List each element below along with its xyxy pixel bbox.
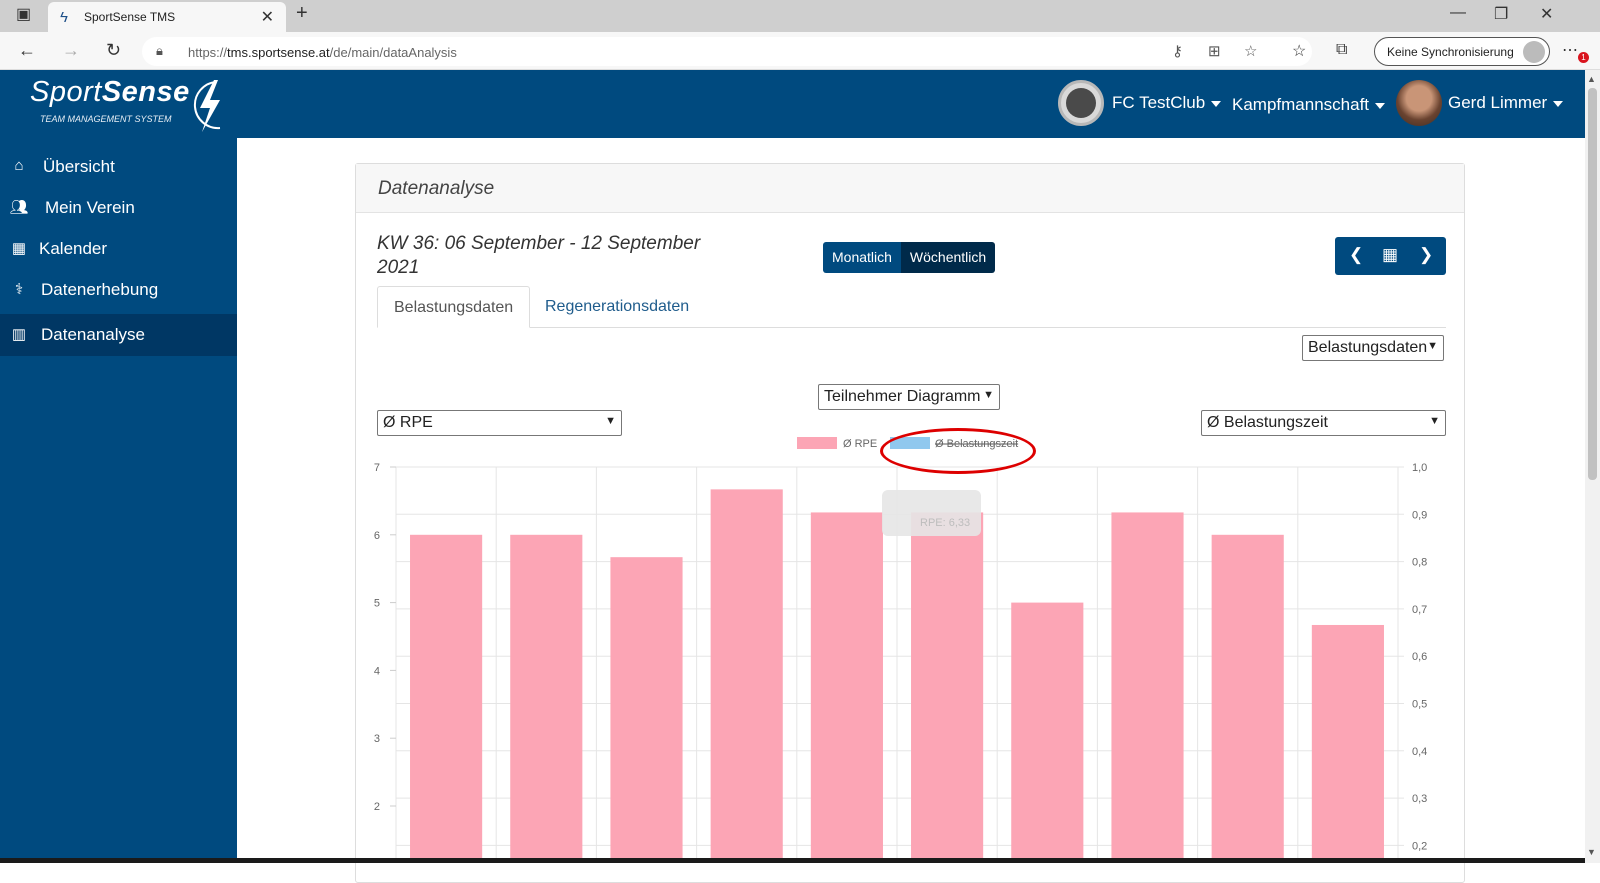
left-axis-tick-label: 6	[374, 530, 380, 542]
sidebar-item-mein-verein[interactable]: 👥︎ Mein Verein	[0, 187, 237, 229]
reload-icon[interactable]: ↻	[106, 40, 121, 61]
left-axis-tick-label: 5	[374, 598, 380, 610]
period-title: KW 36: 06 September - 12 September 2021	[377, 233, 701, 278]
rpe-bar	[911, 512, 984, 863]
app-available-icon[interactable]: ⊞	[1208, 42, 1221, 60]
address-bar[interactable]: 🔒︎ https://tms.sportsense.at/de/main/dat…	[142, 37, 1312, 66]
right-axis-tick-label: 0,3	[1412, 793, 1427, 805]
sidebar-item-datenanalyse[interactable]: ▥ Datenanalyse	[0, 314, 237, 356]
new-tab-icon[interactable]: +	[296, 2, 308, 25]
rpe-bar	[810, 512, 883, 863]
restore-icon[interactable]: ❐	[1494, 4, 1508, 24]
right-axis-tick-label: 0,7	[1412, 604, 1427, 616]
lock-icon: 🔒︎	[156, 43, 163, 58]
scrollbar-thumb[interactable]	[1588, 88, 1597, 480]
sidebar-item-kalender[interactable]: ▦ Kalender	[0, 228, 237, 270]
right-axis-tick-label: 0,8	[1412, 557, 1427, 569]
left-axis-tick-label: 3	[374, 733, 380, 745]
data-type-select[interactable]: Belastungsdaten ▼	[1302, 335, 1444, 361]
browser-tab[interactable]: ϟ SportSense TMS ✕	[48, 2, 286, 32]
chevron-down-icon: ▼	[1429, 415, 1440, 427]
users-icon: 👥︎	[9, 199, 29, 216]
monthly-button[interactable]: Monatlich	[823, 242, 901, 273]
chevron-down-icon: ▼	[605, 415, 616, 427]
bar-chart-icon: ▥	[11, 326, 27, 343]
minimize-icon[interactable]: —	[1450, 4, 1466, 22]
page-bottom-edge	[0, 858, 1585, 863]
tab-belastungsdaten[interactable]: Belastungsdaten	[377, 286, 531, 328]
legend-swatch-rpe	[797, 437, 837, 449]
chart-tooltip: RPE: 6,33	[882, 490, 981, 536]
team-dropdown[interactable]: Kampfmannschaft	[1232, 95, 1386, 115]
sidebar-item-datenerhebung[interactable]: ⚕ Datenerhebung	[0, 269, 237, 311]
scroll-down-icon[interactable]: ▼	[1587, 847, 1596, 857]
left-axis-tick-label: 2	[374, 801, 380, 813]
rpe-bar	[1311, 624, 1384, 863]
sidebar-item-uebersicht[interactable]: ⌂ Übersicht	[0, 146, 237, 188]
rpe-bar	[1111, 512, 1184, 863]
card-title: Datenanalyse	[378, 178, 495, 199]
favorites-icon[interactable]: ☆	[1292, 41, 1306, 61]
home-icon: ⌂	[14, 157, 24, 174]
chevron-down-icon: ▼	[1427, 340, 1438, 352]
card-header: Datenanalyse	[356, 164, 1464, 213]
right-axis-tick-label: 0,9	[1412, 509, 1427, 521]
right-axis-tick-label: 0,5	[1412, 699, 1427, 711]
rpe-bar	[1011, 602, 1084, 863]
calendar-picker-icon[interactable]: ▦	[1382, 245, 1398, 265]
chevron-left-icon[interactable]: ❮	[1349, 245, 1363, 265]
forward-icon[interactable]: →	[62, 40, 80, 61]
stethoscope-icon: ⚕	[14, 281, 24, 298]
sidebar: ⌂ Übersicht 👥︎ Mein Verein ▦ Kalender ⚕ …	[0, 138, 237, 863]
rpe-bar	[510, 534, 583, 863]
add-favorite-icon[interactable]: ☆	[1244, 42, 1257, 60]
back-icon[interactable]: ←	[18, 40, 36, 61]
collections-icon[interactable]: ⧉	[1336, 41, 1347, 59]
browser-toolbar: ← → ↻ 🔒︎ https://tms.sportsense.at/de/ma…	[0, 32, 1600, 70]
left-axis-tick-label: 4	[374, 665, 380, 677]
weekly-button[interactable]: Wöchentlich	[900, 242, 996, 273]
profile-avatar	[1523, 41, 1545, 63]
rpe-bar	[610, 557, 683, 863]
chevron-down-icon: ▼	[983, 389, 994, 401]
close-window-icon[interactable]: ✕	[1540, 4, 1553, 24]
chevron-right-icon[interactable]: ❯	[1419, 245, 1433, 265]
right-axis-tick-label: 0,6	[1412, 651, 1427, 663]
logo-subtitle: TEAM MANAGEMENT SYSTEM	[40, 114, 172, 124]
legend-label-rpe: Ø RPE	[843, 438, 877, 450]
rpe-bar	[710, 489, 783, 863]
right-axis-tick-label: 0,4	[1412, 746, 1427, 758]
key-icon[interactable]: ⚷	[1172, 42, 1183, 60]
right-axis-tick-label: 1,0	[1412, 462, 1427, 474]
app-header: SportSense TEAM MANAGEMENT SYSTEM FC Tes…	[0, 70, 1585, 138]
tab-actions-icon[interactable]: ▣	[16, 4, 31, 24]
sync-label: Keine Synchronisierung	[1387, 45, 1514, 59]
calendar-icon: ▦	[11, 240, 27, 257]
diagram-type-select[interactable]: Teilnehmer Diagramm ▼	[818, 384, 1000, 410]
rpe-bar	[410, 534, 483, 863]
more-menu-icon[interactable]: ⋯	[1562, 40, 1578, 60]
club-logo[interactable]	[1058, 80, 1104, 126]
browser-tab-title: SportSense TMS	[84, 10, 176, 24]
user-dropdown[interactable]: Gerd Limmer	[1448, 93, 1564, 113]
user-avatar[interactable]	[1396, 80, 1442, 126]
sportsense-logo[interactable]: SportSense TEAM MANAGEMENT SYSTEM	[30, 76, 190, 124]
sync-button[interactable]: Keine Synchronisierung	[1374, 37, 1550, 66]
red-annotation-circle	[880, 428, 1036, 474]
period-toggle: Monatlich Wöchentlich	[823, 242, 996, 273]
rpe-bar	[1211, 534, 1284, 863]
close-tab-icon[interactable]: ✕	[261, 7, 274, 27]
period-navigation: ❮ ▦ ❯	[1335, 237, 1446, 275]
scroll-up-icon[interactable]: ▲	[1587, 74, 1596, 84]
tab-regenerationsdaten[interactable]: Regenerationsdaten	[529, 286, 705, 328]
sportsense-favicon-icon: ϟ	[60, 9, 68, 26]
lightning-logo-icon	[193, 80, 221, 132]
url-text: https://tms.sportsense.at/de/main/dataAn…	[188, 45, 457, 60]
notification-badge: 1	[1578, 52, 1589, 63]
data-tabs: Belastungsdaten Regenerationsdaten	[377, 286, 1446, 328]
browser-tab-bar: ▣ ϟ SportSense TMS ✕ + — ❐ ✕	[0, 0, 1600, 32]
club-dropdown[interactable]: FC TestClub	[1112, 93, 1222, 113]
left-axis-tick-label: 7	[374, 462, 380, 474]
right-axis-tick-label: 0,2	[1412, 840, 1427, 852]
